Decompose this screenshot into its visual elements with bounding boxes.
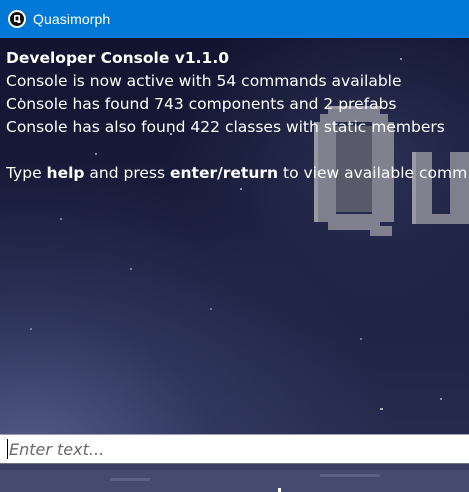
game-bottom-strip bbox=[0, 464, 469, 492]
command-input[interactable] bbox=[8, 436, 449, 462]
console-line: Console has found 743 components and 2 p… bbox=[6, 95, 397, 113]
window-title: Quasimorph bbox=[33, 11, 111, 27]
hint-prefix: Type bbox=[6, 164, 47, 182]
console-hint: Type help and press enter/return to view… bbox=[6, 162, 467, 185]
hint-command: help bbox=[46, 164, 85, 182]
hint-suffix: to view available comm bbox=[278, 164, 468, 182]
game-window: Quasimorph Developer Console v1.1.0 Cons… bbox=[0, 0, 469, 492]
console-output: Developer Console v1.1.0 Console is now … bbox=[6, 47, 467, 185]
hint-middle: and press bbox=[84, 164, 170, 182]
console-line: Console is now active with 54 commands a… bbox=[6, 72, 402, 90]
console-line: Console has also found 422 classes with … bbox=[6, 118, 445, 136]
console-spacer bbox=[6, 139, 467, 162]
quasimorph-q-icon bbox=[8, 10, 26, 28]
hint-key: enter/return bbox=[170, 164, 279, 182]
title-bar[interactable]: Quasimorph bbox=[0, 0, 469, 38]
console-header: Developer Console v1.1.0 bbox=[6, 49, 229, 67]
command-input-bar[interactable] bbox=[0, 434, 469, 464]
